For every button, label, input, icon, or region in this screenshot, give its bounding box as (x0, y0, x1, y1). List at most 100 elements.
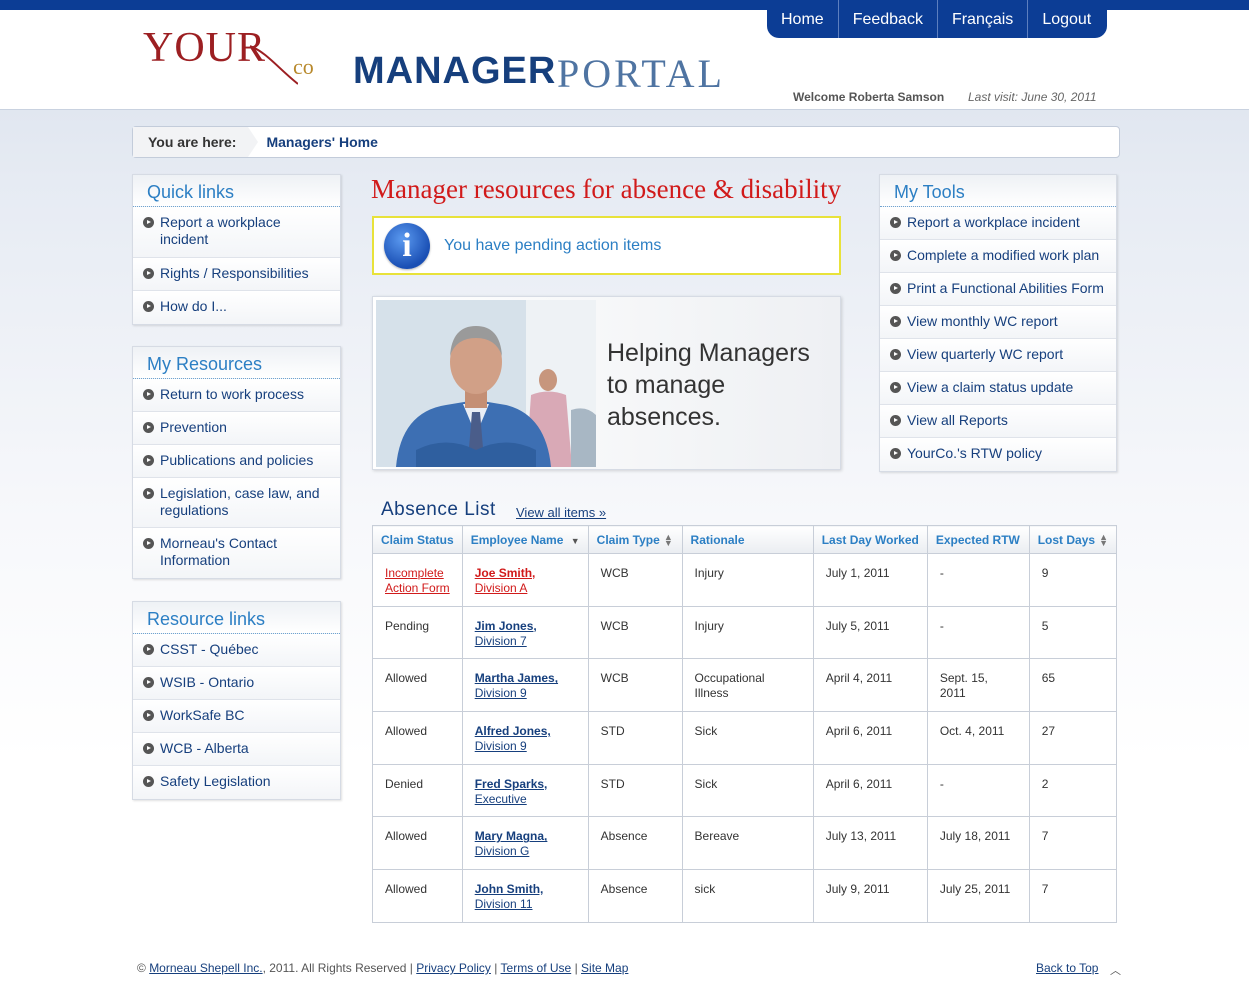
bullet-arrow-icon (143, 538, 154, 549)
quick-link-item[interactable]: Report a workplace incident (133, 207, 340, 258)
last-day-worked: July 13, 2011 (825, 829, 897, 844)
employee-division: Division 11 (474, 897, 533, 912)
resource-link-item[interactable]: CSST - Québec (133, 634, 340, 667)
nav-feedback[interactable]: Feedback (839, 0, 938, 38)
claim-type: STD (600, 776, 625, 791)
resource-label: Publications and policies (160, 452, 314, 468)
terms-of-use-link[interactable]: Terms of Use (501, 961, 572, 975)
privacy-policy-link[interactable]: Privacy Policy (416, 961, 491, 975)
table-row: Allowed Mary Magna, Division G Absence Berea… (372, 816, 1118, 871)
col-rationale[interactable]: Rationale (681, 525, 814, 554)
col-claim-status[interactable]: Claim Status (372, 525, 463, 554)
table-cell: Injury (681, 605, 814, 660)
table-cell: Allowed (372, 869, 463, 923)
tool-item[interactable]: View quarterly WC report (880, 339, 1116, 372)
employee-link[interactable]: Mary Magna, Division G (475, 829, 548, 858)
bullet-arrow-icon (143, 389, 154, 400)
claim-status-link[interactable]: Incomplete Action Form (385, 566, 450, 595)
banner-text: Helping Managers to manage absences. (607, 339, 810, 431)
last-visit-text: Last visit: June 30, 2011 (968, 90, 1097, 104)
table-cell: WCB (587, 553, 683, 607)
employee-link[interactable]: Martha James, Division 9 (475, 671, 558, 700)
chevron-up-icon[interactable]: ︿ (1110, 962, 1121, 978)
pending-notice[interactable]: i You have pending action items (372, 216, 841, 275)
table-cell: Occupational Illness (681, 658, 814, 713)
claim-status: Allowed (385, 671, 428, 686)
col-lost-days[interactable]: Lost Days ▲ ▼ (1028, 525, 1118, 554)
company-link[interactable]: Morneau Shepell Inc. (149, 961, 262, 975)
expected-rtw: - (939, 566, 944, 580)
tool-item[interactable]: YourCo.'s RTW policy (880, 438, 1116, 471)
table-cell: Oct. 4, 2011 (926, 711, 1030, 765)
table-cell: 65 (1028, 658, 1118, 713)
my-tools-title: My Tools (880, 175, 1116, 207)
rationale: Occupational Illness (694, 671, 765, 701)
nav-francais[interactable]: Français (938, 0, 1029, 38)
resource-link-item[interactable]: WCB - Alberta (133, 733, 340, 766)
breadcrumb-current[interactable]: Managers' Home (266, 134, 377, 150)
my-resources-box: My Resources Return to work process Prev… (132, 346, 341, 579)
tool-label: View quarterly WC report (907, 346, 1064, 362)
nav-home[interactable]: Home (767, 0, 839, 38)
resource-item[interactable]: Legislation, case law, and regulations (133, 478, 340, 528)
employee-link[interactable]: Joe Smith, Division A (475, 566, 536, 595)
rationale: Sick (694, 776, 718, 791)
tool-item[interactable]: Print a Functional Abilities Form (880, 273, 1116, 306)
site-map-link[interactable]: Site Map (581, 961, 628, 975)
table-cell: Sick (681, 711, 814, 765)
bullet-arrow-icon (143, 677, 154, 688)
table-cell: 27 (1028, 711, 1118, 765)
sort-desc-icon[interactable]: ▼ (571, 536, 580, 546)
nav-logout[interactable]: Logout (1028, 0, 1107, 38)
resource-link-item[interactable]: WSIB - Ontario (133, 667, 340, 700)
resource-item[interactable]: Publications and policies (133, 445, 340, 478)
tool-item[interactable]: View monthly WC report (880, 306, 1116, 339)
col-expected-rtw[interactable]: Expected RTW (926, 525, 1030, 554)
tool-item[interactable]: Complete a modified work plan (880, 240, 1116, 273)
resource-item[interactable]: Prevention (133, 412, 340, 445)
employee-link[interactable]: John Smith, Division 11 (475, 882, 544, 911)
notice-text[interactable]: You have pending action items (444, 237, 661, 255)
tool-item[interactable]: View a claim status update (880, 372, 1116, 405)
table-cell: - (926, 553, 1030, 607)
table-row: Incomplete Action Form Joe Smith, Division… (372, 553, 1118, 607)
tool-item[interactable]: View all Reports (880, 405, 1116, 438)
sort-both-icon[interactable]: ▲ ▼ (664, 533, 673, 548)
resource-item[interactable]: Morneau's Contact Information (133, 528, 340, 578)
employee-link[interactable]: Fred Sparks, Executive (475, 777, 548, 806)
quick-link-item[interactable]: How do I... (133, 291, 340, 324)
col-employee-name[interactable]: Employee Name ▼ (461, 525, 589, 554)
bullet-arrow-icon (143, 217, 154, 228)
employee-name: Joe Smith, (474, 566, 536, 580)
table-cell: - (926, 605, 1030, 660)
tool-item[interactable]: Report a workplace incident (880, 207, 1116, 240)
table-cell: July 5, 2011 (812, 605, 928, 660)
resource-link-item[interactable]: Safety Legislation (133, 766, 340, 799)
resource-label: Legislation, case law, and regulations (160, 485, 320, 518)
employee-division: Division 9 (474, 739, 527, 754)
resource-item[interactable]: Return to work process (133, 379, 340, 412)
employee-link[interactable]: Jim Jones, Division 7 (475, 619, 537, 648)
rationale: sick (694, 882, 716, 897)
lost-days: 65 (1041, 671, 1056, 686)
table-cell: STD (587, 763, 683, 818)
col-label: Lost Days (1037, 532, 1096, 547)
claim-status: Allowed (385, 829, 428, 844)
resource-link-item[interactable]: WorkSafe BC (133, 700, 340, 733)
table-cell: Absence (587, 816, 683, 871)
sort-both-icon[interactable]: ▲ ▼ (1099, 533, 1108, 548)
col-last-day-worked[interactable]: Last Day Worked (812, 525, 928, 554)
tool-label: YourCo.'s RTW policy (907, 445, 1042, 461)
bullet-arrow-icon (890, 217, 901, 228)
employee-link[interactable]: Alfred Jones, Division 9 (475, 724, 551, 753)
claim-type: WCB (600, 618, 629, 633)
tool-label: Report a workplace incident (907, 214, 1080, 230)
employee-division: Division 9 (474, 686, 527, 701)
back-to-top-link[interactable]: Back to Top (1036, 961, 1098, 975)
logo-portal: PORTAL (557, 51, 725, 96)
bullet-arrow-icon (143, 644, 154, 655)
col-claim-type[interactable]: Claim Type ▲ ▼ (587, 525, 683, 554)
view-all-items-link[interactable]: View all items » (516, 505, 606, 520)
logo-manager: MANAGER (353, 50, 557, 92)
quick-link-item[interactable]: Rights / Responsibilities (133, 258, 340, 291)
